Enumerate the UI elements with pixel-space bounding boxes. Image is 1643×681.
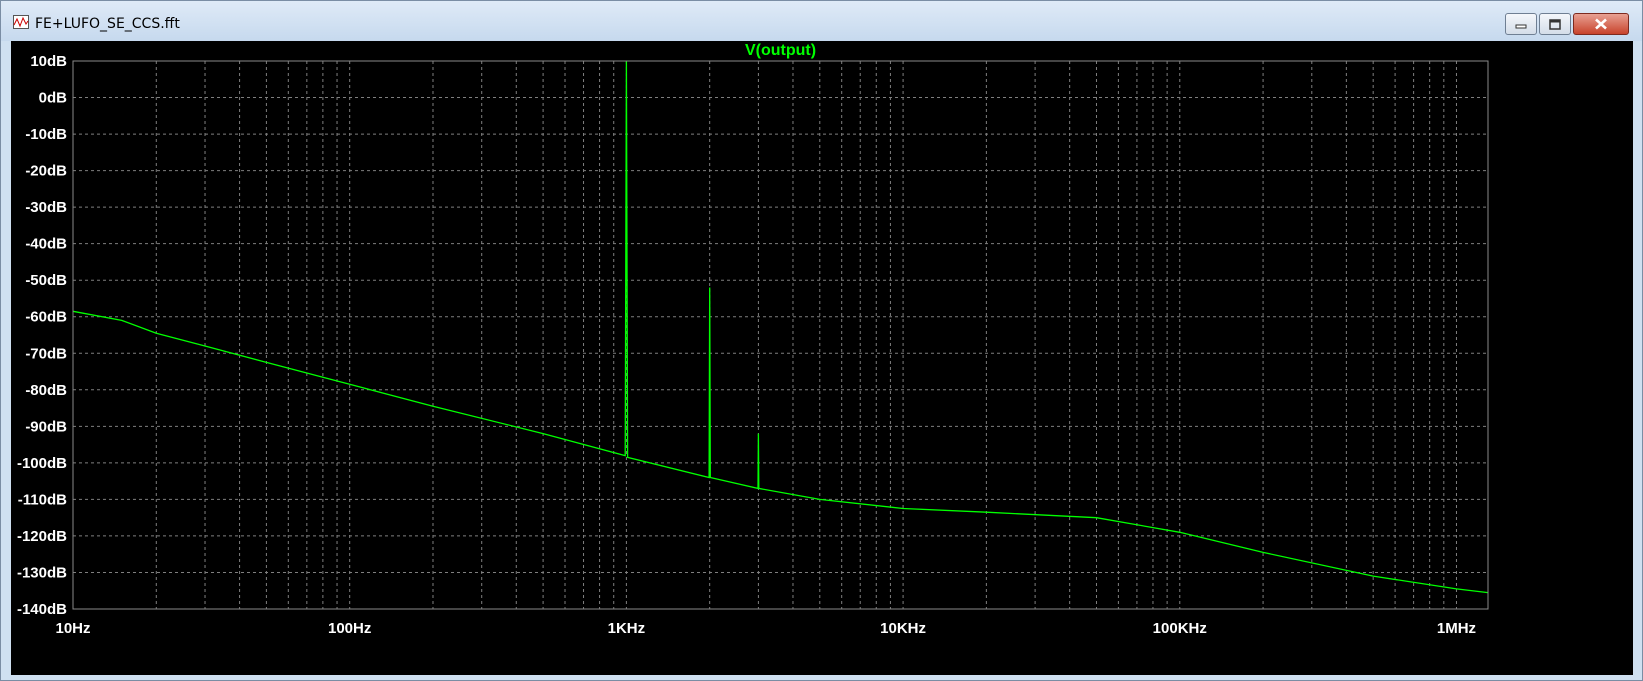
y-tick-label: -80dB <box>25 382 67 399</box>
minimize-button[interactable] <box>1505 13 1537 35</box>
x-tick-label: 1MHz <box>1437 620 1476 637</box>
y-tick-label: -10dB <box>25 126 67 143</box>
fft-chart[interactable]: V(output) 10dB 0dB -10dB -20dB -30dB -40dB -50… <box>11 41 1633 675</box>
x-tick-label: 1KHz <box>608 620 646 637</box>
y-tick-label: 0dB <box>39 90 68 107</box>
title-bar[interactable]: FE+LUFO_SE_CCS.fft <box>1 1 1642 41</box>
x-tick-label: 100Hz <box>328 620 371 637</box>
close-icon <box>1595 18 1607 30</box>
y-axis-labels: 10dB 0dB -10dB -20dB -30dB -40dB -50dB -60dB -70… <box>17 53 67 618</box>
x-tick-label: 100KHz <box>1153 620 1207 637</box>
window-title: FE+LUFO_SE_CCS.fft <box>35 16 180 32</box>
y-tick-label: -120dB <box>17 528 67 545</box>
waveform-icon <box>13 15 29 29</box>
y-tick-label: -140dB <box>17 601 67 618</box>
y-tick-label: -40dB <box>25 236 67 253</box>
plot-border <box>72 60 1489 610</box>
y-tick-label: -50dB <box>25 272 67 289</box>
plot-pane[interactable]: V(output) 10dB 0dB -10dB -20dB -30dB -40dB -50… <box>11 41 1633 675</box>
y-tick-label: -20dB <box>25 163 67 180</box>
maximize-button[interactable] <box>1539 13 1571 35</box>
x-tick-label: 10Hz <box>55 620 90 637</box>
y-tick-label: -100dB <box>17 455 67 472</box>
y-tick-label: -70dB <box>25 345 67 362</box>
y-tick-label: -130dB <box>17 564 67 581</box>
y-tick-label: -90dB <box>25 418 67 435</box>
fft-window: FE+LUFO_SE_CCS.fft V(output) 10dB 0dB -10d… <box>0 0 1643 681</box>
x-axis-labels: 10Hz 100Hz 1KHz 10KHz 100KHz 1MHz <box>55 620 1476 637</box>
close-button[interactable] <box>1573 13 1629 35</box>
y-tick-label: -30dB <box>25 199 67 216</box>
traces <box>72 60 1489 594</box>
series-line <box>72 60 1489 594</box>
minimize-icon <box>1515 24 1527 29</box>
x-tick-label: 10KHz <box>880 620 926 637</box>
grid <box>72 60 1488 610</box>
y-tick-label: 10dB <box>30 53 67 70</box>
maximize-icon <box>1549 18 1561 30</box>
chart-title: V(output) <box>745 42 816 59</box>
y-tick-label: -110dB <box>18 491 67 508</box>
y-tick-label: -60dB <box>25 309 67 326</box>
